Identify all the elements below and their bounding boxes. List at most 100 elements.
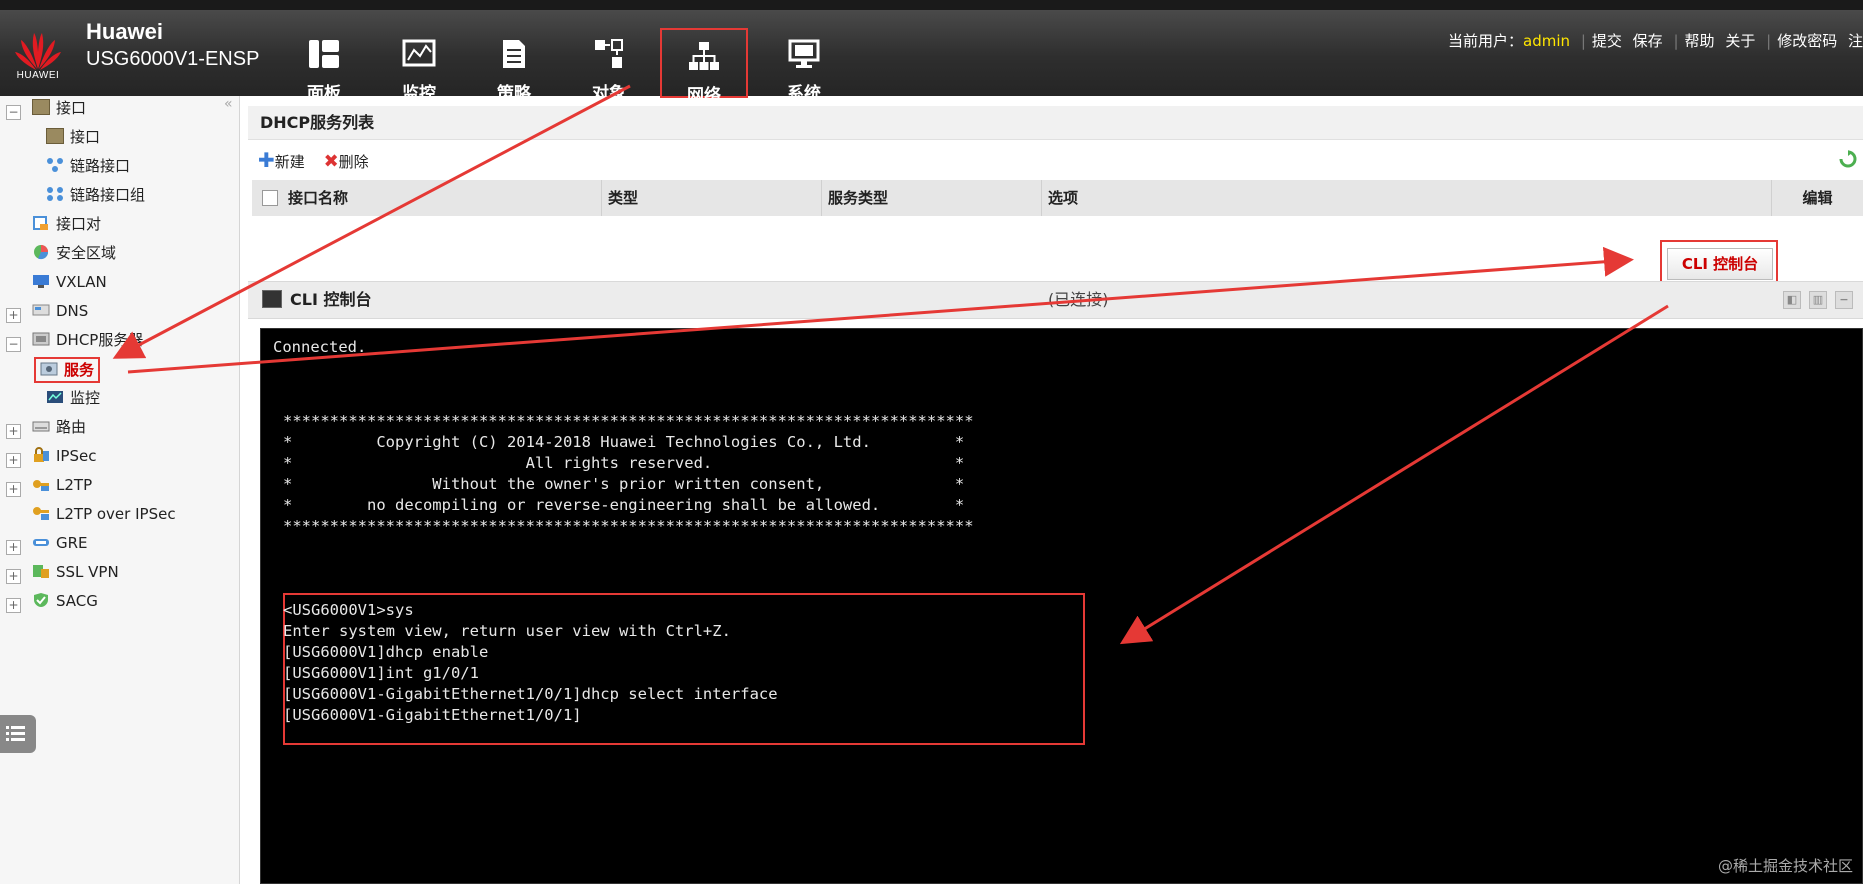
logo-text: HUAWEI: [16, 70, 60, 81]
sidebar-item-l2tp[interactable]: L2TP: [32, 473, 92, 497]
save-link[interactable]: 保存: [1633, 32, 1663, 50]
expand-icon[interactable]: +: [6, 308, 21, 323]
top-header: HUAWEI Huawei USG6000V1-ENSP 面板 监控 策略 对象…: [0, 0, 1863, 106]
sidebar-item-label: 链路接口: [70, 157, 131, 175]
sacg-shield-icon: [34, 592, 48, 607]
tab-dashboard[interactable]: 面板: [280, 28, 368, 104]
tab-object[interactable]: 对象: [565, 28, 653, 104]
tab-system[interactable]: 系统: [760, 28, 848, 104]
tab-label: 系统: [787, 84, 821, 104]
monitor-chart-icon: [402, 39, 436, 67]
sidebar-item-link-group[interactable]: 链路接口组: [46, 183, 145, 207]
tab-label: 网络: [687, 86, 721, 106]
delete-x-icon: ✖: [323, 151, 339, 172]
tab-policy[interactable]: 策略: [470, 28, 558, 104]
col-type[interactable]: 类型: [602, 180, 822, 216]
tab-monitor[interactable]: 监控: [375, 28, 463, 104]
delete-label: 删除: [338, 153, 369, 171]
terminal-line: * Copyright (C) 2014-2018 Huawei Technol…: [283, 433, 965, 451]
expand-icon[interactable]: +: [6, 540, 21, 555]
col-interface-name[interactable]: 接口名称: [282, 180, 602, 216]
expand-icon[interactable]: +: [6, 453, 21, 468]
sidebar-item-gre[interactable]: GRE: [32, 531, 88, 555]
sidebar-item-vxlan[interactable]: VXLAN: [32, 270, 107, 294]
network-icon: [689, 42, 719, 70]
toolbar: ✚新建 ✖删除: [258, 146, 383, 174]
cli-terminal[interactable]: Connected. *****************************…: [260, 328, 1863, 884]
interface-icon: [46, 127, 64, 144]
change-password-link[interactable]: 修改密码: [1777, 32, 1837, 50]
delete-button[interactable]: ✖删除: [323, 151, 369, 172]
sidebar-item-label: DHCP服务器: [56, 331, 144, 349]
sidebar-item-label: L2TP over IPSec: [56, 505, 176, 523]
cli-title: CLI 控制台: [262, 282, 371, 318]
tab-network[interactable]: 网络: [660, 28, 748, 106]
sidebar-item-interface-pair[interactable]: 接口对: [32, 212, 101, 236]
system-computer-icon: [788, 39, 820, 68]
minimize-icon[interactable]: −: [1835, 291, 1853, 309]
cli-panel-header: CLI 控制台 (已连接) ◧ ▥ −: [248, 281, 1863, 319]
trash-icon[interactable]: ▥: [1809, 291, 1827, 309]
sidebar-item-label: 接口对: [56, 215, 102, 233]
collapse-icon[interactable]: −: [6, 105, 21, 120]
sidebar-item-sacg[interactable]: SACG: [32, 589, 98, 613]
expand-icon[interactable]: +: [6, 424, 21, 439]
interface-icon: [32, 98, 50, 115]
sidebar-item-interface-sub[interactable]: 接口: [46, 125, 100, 149]
terminal-line: ****************************************…: [283, 412, 974, 430]
sidebar-item-label: IPSec: [56, 447, 97, 465]
sidebar-item-label: 接口: [56, 99, 87, 117]
link-group-icon: [47, 186, 63, 201]
sidebar-item-dns[interactable]: DNS: [32, 299, 88, 323]
sidebar-item-route[interactable]: 路由: [32, 415, 86, 439]
expand-icon[interactable]: +: [6, 482, 21, 497]
terminal-line: * no decompiling or reverse-engineering …: [283, 496, 965, 514]
col-service-type[interactable]: 服务类型: [822, 180, 1042, 216]
dns-icon: [32, 304, 50, 315]
sidebar-item-link-interface[interactable]: 链路接口: [46, 154, 130, 178]
collapse-sidebar-icon[interactable]: «: [224, 96, 233, 112]
refresh-icon[interactable]: [1839, 150, 1857, 168]
brand: Huawei USG6000V1-ENSP: [86, 20, 259, 72]
policy-document-icon: [503, 40, 525, 68]
help-link[interactable]: 帮助: [1685, 32, 1715, 50]
top-links: 当前用户：admin | 提交 保存 | 帮助 关于 | 修改密码 注: [1448, 32, 1863, 50]
sidebar-item-label: SSL VPN: [56, 563, 119, 581]
expand-icon[interactable]: +: [6, 598, 21, 613]
cli-status: (已连接): [1048, 290, 1109, 309]
sidebar-item-security-zone[interactable]: 安全区域: [32, 241, 116, 265]
collapse-icon[interactable]: −: [6, 337, 21, 352]
select-all-checkbox[interactable]: [262, 190, 278, 206]
sidebar-item-dhcp-monitor[interactable]: 监控: [46, 386, 100, 410]
cli-title-label: CLI 控制台: [290, 290, 372, 309]
object-icon: [595, 39, 623, 68]
dock-icon[interactable]: ◧: [1783, 291, 1801, 309]
tab-label: 面板: [307, 84, 341, 104]
submit-link[interactable]: 提交: [1592, 32, 1622, 50]
sidebar-item-l2tp-over-ipsec[interactable]: L2TP over IPSec: [32, 502, 176, 526]
current-user: admin: [1523, 32, 1571, 50]
plus-icon: ✚: [258, 148, 275, 172]
sidebar-item-ssl-vpn[interactable]: SSL VPN: [32, 560, 119, 584]
terminal-icon: [262, 289, 282, 308]
sidebar-item-ipsec[interactable]: IPSec: [32, 444, 96, 468]
sidebar-item-interface[interactable]: 接口: [32, 96, 86, 120]
terminal-line: * Without the owner's prior written cons…: [283, 475, 965, 493]
col-options[interactable]: 选项: [1042, 180, 1772, 216]
terminal-line: [USG6000V1]dhcp enable: [283, 643, 489, 661]
sidebar-item-dhcp-service[interactable]: 服务: [34, 357, 101, 383]
sidebar: « − 接口 接口 链路接口 链路接口组 接口对 安全区域 VXLAN + DN…: [0, 96, 240, 884]
terminal-line: Enter system view, return user view with…: [283, 622, 731, 640]
sidebar-item-label: DNS: [56, 302, 89, 320]
list-icon: [6, 726, 25, 741]
interface-pair-icon: [33, 215, 48, 230]
logout-link[interactable]: 注: [1848, 32, 1863, 50]
new-button[interactable]: ✚新建: [258, 148, 305, 172]
expand-icon[interactable]: +: [6, 569, 21, 584]
tab-label: 对象: [592, 84, 626, 104]
about-link[interactable]: 关于: [1725, 32, 1755, 50]
product-name: USG6000V1-ENSP: [86, 48, 260, 70]
menu-toggle-button[interactable]: [0, 715, 36, 753]
cli-console-button[interactable]: CLI 控制台: [1667, 248, 1773, 280]
sidebar-item-dhcp-server[interactable]: DHCP服务器: [32, 328, 143, 352]
